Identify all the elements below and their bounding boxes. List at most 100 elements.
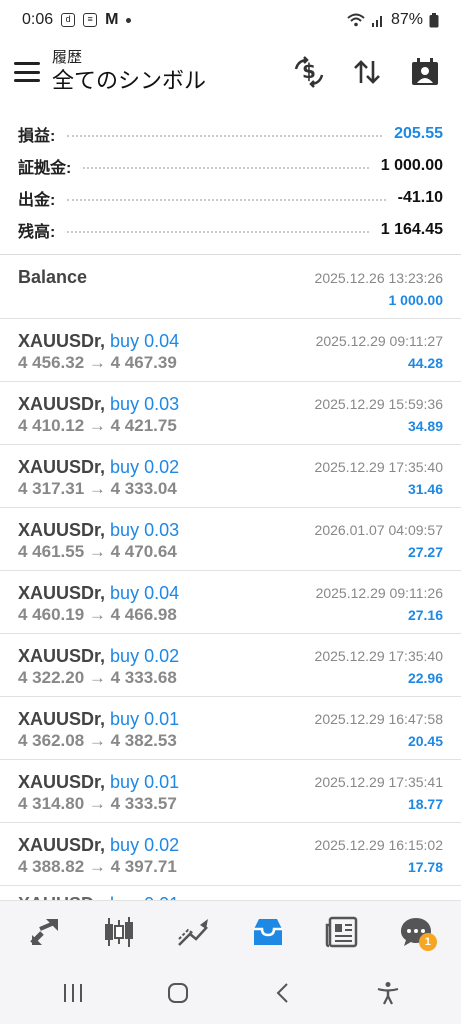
deal-row[interactable]: XAUUSDr, buy 0.01 4 314.80 → 4 333.57 20… <box>0 760 461 823</box>
deal-time: 2025.12.29 09:11:27 <box>315 333 443 349</box>
nav-news[interactable] <box>317 907 367 957</box>
deal-profit: 31.46 <box>407 481 443 497</box>
calendar-icon <box>412 58 438 85</box>
app-notification-icon: d <box>61 13 76 27</box>
recent-apps-button[interactable] <box>51 971 95 1015</box>
sort-arrows-icon <box>354 60 380 84</box>
summary-label: 損益: <box>18 128 56 145</box>
dotted-leader <box>67 231 369 233</box>
more-notifications-icon <box>126 17 132 23</box>
home-button[interactable] <box>156 971 200 1015</box>
nav-quotes[interactable] <box>20 907 70 957</box>
deal-time: 2026.01.07 04:09:57 <box>314 522 443 538</box>
deal-row[interactable]: XAUUSDr, buy 0.03 4 461.55 → 4 470.64 20… <box>0 508 461 571</box>
deal-time: 2025.12.29 16:47:58 <box>314 711 443 727</box>
summary-value: 1 164.45 <box>380 221 443 238</box>
deal-symbol-line: XAUUSDr, buy 0.01 <box>18 772 179 793</box>
deal-profit: 18.77 <box>407 796 443 812</box>
deal-trade: buy 0.04 <box>110 331 180 351</box>
summary-section: 損益: 205.55 証拠金: 1 000.00 出金: -41.10 残高: … <box>0 118 461 246</box>
deal-symbol: XAUUSDr, <box>18 520 106 540</box>
calendar-notification-icon: ≡ <box>83 13 98 27</box>
summary-row-balance: 残高: 1 164.45 <box>0 214 461 246</box>
chat-badge: 1 <box>418 932 437 951</box>
deal-prices: 4 322.20 → 4 333.68 <box>18 668 177 687</box>
deal-prices: 4 460.19 → 4 466.98 <box>18 605 177 624</box>
deal-symbol: XAUUSDr, <box>18 394 106 414</box>
battery-icon <box>429 12 439 27</box>
deal-row[interactable]: XAUUSDr, buy 0.02 4 388.82 → 4 397.71 20… <box>0 823 461 886</box>
deal-symbol: XAUUSDr, <box>18 457 106 477</box>
history-icon <box>253 918 282 945</box>
page-title[interactable]: 全てのシンボル <box>52 67 206 95</box>
summary-label: 証拠金: <box>18 160 72 177</box>
deal-trade: buy 0.02 <box>110 646 180 666</box>
deal-prices: 4 456.32 → 4 467.39 <box>18 353 177 372</box>
deal-time: 2025.12.29 09:11:26 <box>315 585 443 601</box>
deal-symbol-line: XAUUSDr, buy 0.02 <box>18 646 179 667</box>
summary-value: 1 000.00 <box>380 157 443 174</box>
dotted-leader <box>83 167 369 169</box>
quotes-icon <box>30 918 59 945</box>
trade-icon <box>178 918 209 946</box>
summary-label: 残高: <box>18 224 56 241</box>
deal-symbol-line: XAUUSDr, buy 0.02 <box>18 835 179 856</box>
balance-row[interactable]: Balance 2025.12.26 13:23:26 1 000.00 <box>0 255 461 319</box>
status-time: 0:06 <box>22 11 54 28</box>
deal-profit: 22.96 <box>407 670 443 686</box>
summary-row-deposit: 証拠金: 1 000.00 <box>0 150 461 182</box>
deal-row[interactable]: XAUUSDr, buy 0.01 4 362.08 → 4 382.53 20… <box>0 697 461 760</box>
deal-trade: buy 0.04 <box>110 583 180 603</box>
deal-time: 2025.12.29 16:15:02 <box>314 837 443 853</box>
deal-symbol: XAUUSDr, <box>18 772 106 792</box>
deal-row[interactable]: XAUUSDr, buy 0.04 4 456.32 → 4 467.39 20… <box>0 319 461 382</box>
back-button[interactable] <box>261 971 305 1015</box>
deal-trade: buy 0.03 <box>110 394 180 414</box>
deal-prices: 4 410.12 → 4 421.75 <box>18 416 177 435</box>
deal-symbol-line: XAUUSDr, buy 0.03 <box>18 394 179 415</box>
deal-row[interactable]: XAUUSDr, buy 0.03 4 410.12 → 4 421.75 20… <box>0 382 461 445</box>
deal-prices: 4 388.82 → 4 397.71 <box>18 857 177 876</box>
deal-symbol-line: XAUUSDr, buy 0.04 <box>18 331 179 352</box>
summary-value: 205.55 <box>394 125 443 142</box>
deal-trade: buy 0.01 <box>110 709 180 729</box>
deal-time: 2025.12.26 13:23:26 <box>314 270 443 286</box>
deal-trade: buy 0.02 <box>110 835 180 855</box>
deal-amount: 1 000.00 <box>388 292 444 308</box>
deal-prices: 4 461.55 → 4 470.64 <box>18 542 177 561</box>
deal-symbol-line: XAUUSDr, buy 0.03 <box>18 520 179 541</box>
dotted-leader <box>67 199 386 201</box>
news-icon <box>325 916 357 947</box>
deal-profit: 27.27 <box>407 544 443 560</box>
accessibility-button[interactable] <box>366 971 410 1015</box>
period-calendar-button[interactable] <box>407 54 443 90</box>
nav-chat[interactable]: 1 <box>391 907 441 957</box>
deal-prices: 4 362.08 → 4 382.53 <box>18 731 177 750</box>
bottom-navigation: 1 <box>0 900 461 962</box>
nav-history[interactable] <box>243 907 293 957</box>
wifi-icon <box>347 13 365 27</box>
balance-label: Balance <box>18 267 88 287</box>
deal-time: 2025.12.29 17:35:40 <box>314 648 443 664</box>
back-icon <box>276 983 288 1003</box>
deal-symbol-line: XAUUSDr, buy 0.01 <box>18 709 179 730</box>
home-icon <box>167 983 188 1003</box>
battery-percent: 87% <box>390 11 423 28</box>
menu-icon[interactable] <box>14 62 40 82</box>
deal-row[interactable]: XAUUSDr, buy 0.02 4 322.20 → 4 333.68 20… <box>0 634 461 697</box>
deal-profit: 27.16 <box>407 607 443 623</box>
summary-value: -41.10 <box>397 189 443 206</box>
deal-trade: buy 0.01 <box>110 772 180 792</box>
signal-icon <box>371 16 382 27</box>
currency-filter-button[interactable]: $ <box>291 54 327 90</box>
deal-row[interactable]: XAUUSDr, buy 0.02 4 317.31 → 4 333.04 20… <box>0 445 461 508</box>
summary-label: 出金: <box>18 192 56 209</box>
deal-row[interactable]: XAUUSDr, buy 0.04 4 460.19 → 4 466.98 20… <box>0 571 461 634</box>
sort-button[interactable] <box>349 54 385 90</box>
page-subtitle: 履歴 <box>52 49 83 66</box>
nav-chart[interactable] <box>94 907 144 957</box>
deal-symbol-line: XAUUSDr, buy 0.02 <box>18 457 179 478</box>
chart-icon <box>105 916 134 947</box>
nav-trade[interactable] <box>168 907 218 957</box>
history-list: Balance 2025.12.26 13:23:26 1 000.00 XAU… <box>0 255 461 906</box>
